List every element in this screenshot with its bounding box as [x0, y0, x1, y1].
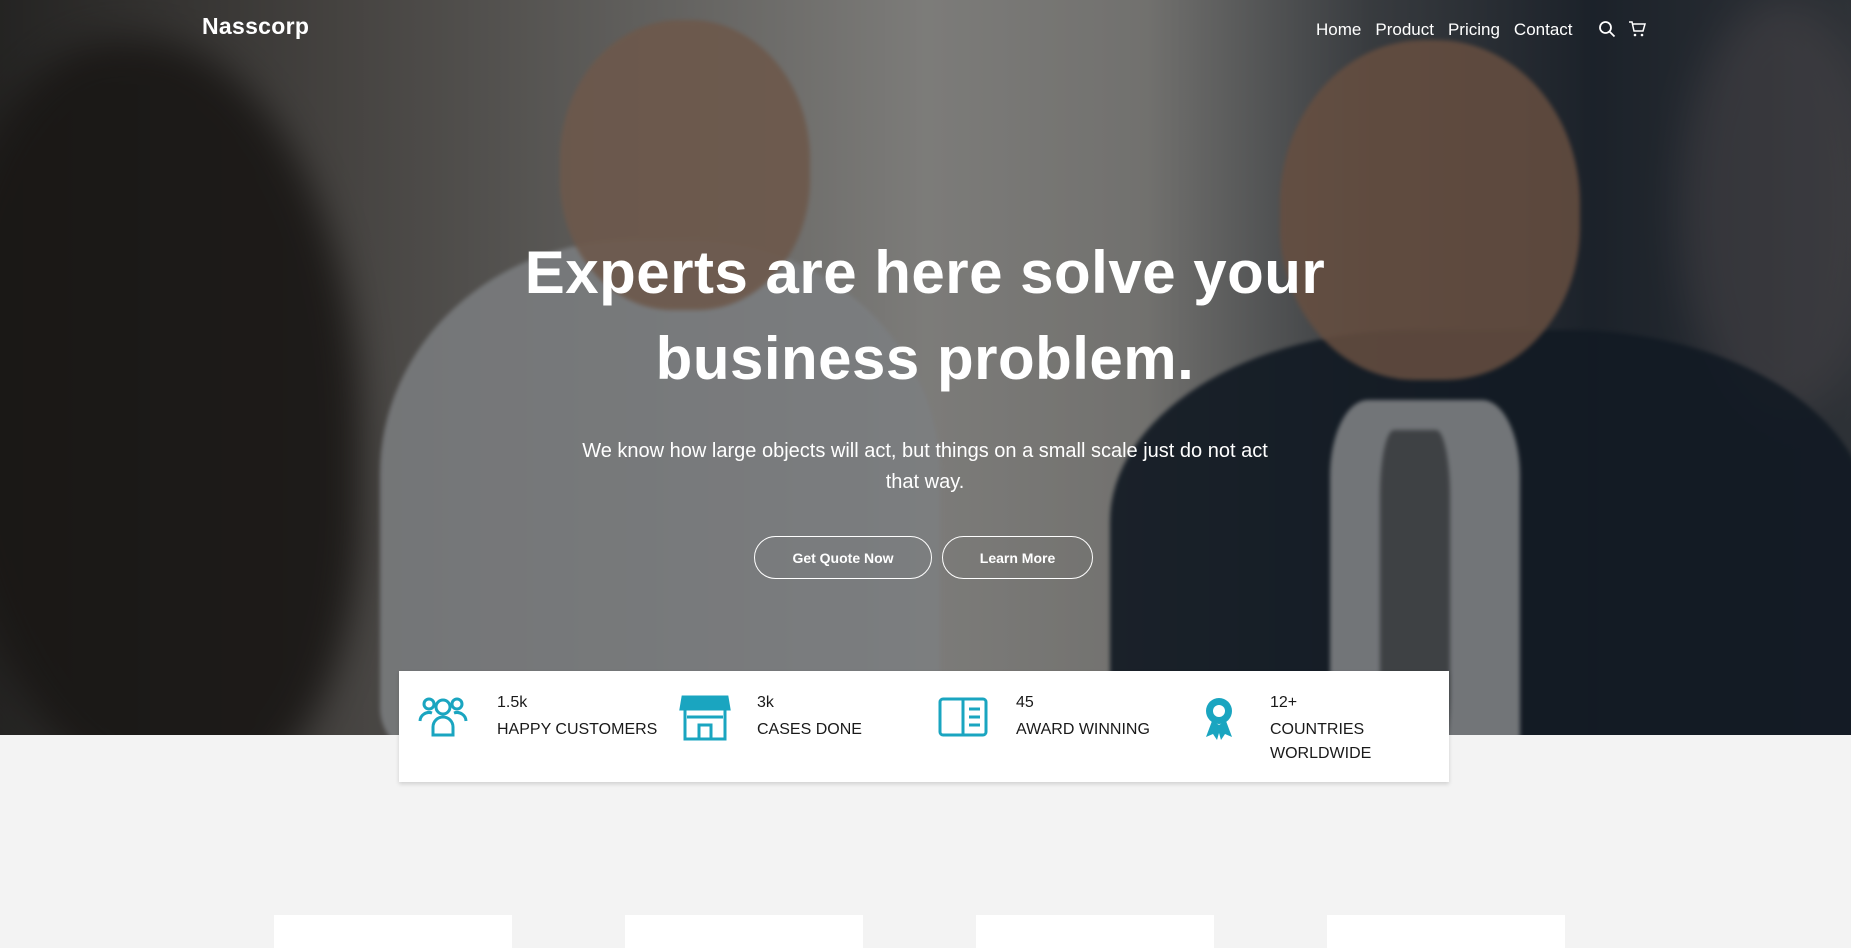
get-quote-button[interactable]: Get Quote Now	[754, 536, 932, 579]
hero-title: Experts are here solve your business pro…	[480, 230, 1370, 402]
nav-link-home[interactable]: Home	[1316, 20, 1361, 40]
feature-card	[625, 915, 863, 948]
nav-link-pricing[interactable]: Pricing	[1448, 20, 1500, 40]
stat-value: 3k	[757, 694, 774, 711]
stats-bar: 1.5k HAPPY CUSTOMERS 3k CASES DONE 45 AW…	[399, 671, 1449, 782]
stat-value: 12+	[1270, 694, 1298, 711]
nav-icons	[1598, 20, 1646, 38]
stat-label: CASES DONE	[757, 721, 862, 738]
hero-title-line-1: Experts are here solve your	[524, 239, 1326, 306]
nav-link-product[interactable]: Product	[1375, 20, 1434, 40]
stat-value: 1.5k	[497, 694, 528, 711]
stat-label: COUNTRIES WORLDWIDE	[1270, 721, 1372, 762]
hero-subtitle: We know how large objects will act, but …	[582, 440, 1268, 493]
stat-label: HAPPY CUSTOMERS	[497, 721, 658, 738]
top-navigation: Nasscorp Home Product Pricing Contact	[0, 0, 1851, 60]
cart-icon[interactable]	[1628, 20, 1646, 38]
nav-menu: Home Product Pricing Contact	[1316, 20, 1573, 40]
store-icon	[679, 691, 731, 743]
stat-item: 3k CASES DONE	[659, 671, 919, 782]
search-icon[interactable]	[1598, 20, 1616, 38]
award-ribbon-icon	[1193, 691, 1245, 743]
stat-label: AWARD WINNING	[1016, 721, 1150, 738]
stat-item: 12+ COUNTRIES WORLDWIDE	[1179, 671, 1449, 782]
stat-value: 45	[1016, 694, 1034, 711]
hero-section: Nasscorp Home Product Pricing Contact Ex…	[0, 0, 1851, 735]
stat-item: 45 AWARD WINNING	[919, 671, 1179, 782]
brand-logo[interactable]: Nasscorp	[202, 13, 309, 40]
feature-card	[1327, 915, 1565, 948]
learn-more-button[interactable]: Learn More	[942, 536, 1093, 579]
feature-card	[976, 915, 1214, 948]
nav-link-contact[interactable]: Contact	[1514, 20, 1573, 40]
feature-card	[274, 915, 512, 948]
stat-item: 1.5k HAPPY CUSTOMERS	[399, 671, 659, 782]
book-icon	[937, 691, 989, 743]
users-icon	[417, 691, 469, 743]
hero-title-line-2: business problem.	[655, 325, 1195, 392]
